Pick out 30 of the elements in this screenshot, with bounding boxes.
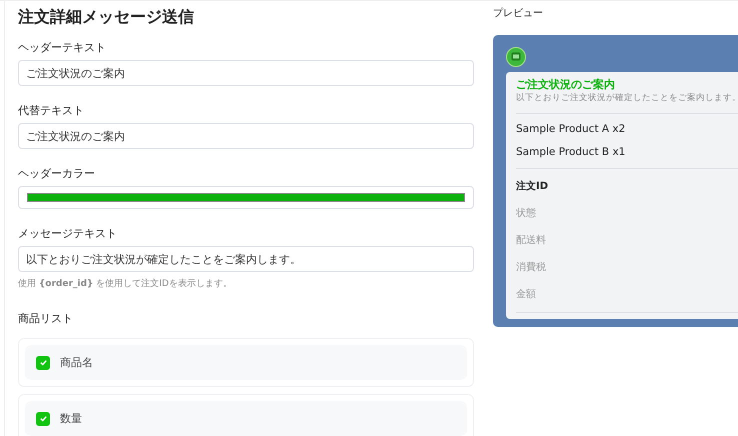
checkbox[interactable]	[36, 356, 50, 370]
detail-label: 注文ID	[516, 179, 550, 194]
input-field[interactable]: 以下とおりご注文状況が確定したことをご案内します。	[18, 246, 474, 272]
section-label: 商品リスト	[18, 312, 74, 326]
preview-header: ご注文状況のご案内	[516, 77, 616, 92]
checkbox-row[interactable]: 商品名	[25, 345, 467, 380]
field-label: ヘッダーテキスト	[18, 41, 107, 55]
checkbox-label: 商品名	[60, 355, 93, 370]
color-field[interactable]	[18, 186, 474, 209]
product-line: Sample Product A x2	[516, 122, 626, 137]
input-field[interactable]: ご注文状況のご案内	[18, 60, 474, 86]
detail-label: 消費税	[516, 260, 547, 275]
checkmark-icon	[38, 414, 48, 423]
hint-text: 使用 {order_id} を使用して注文IDを表示します。	[18, 278, 233, 290]
checkmark-icon	[38, 358, 48, 367]
field-label: 代替テキスト	[18, 104, 85, 118]
checkbox-row[interactable]: 数量	[25, 401, 467, 436]
bot-avatar-icon	[506, 47, 526, 67]
checkbox-label: 数量	[60, 411, 82, 426]
product-line: Sample Product B x1	[516, 145, 626, 160]
preview-message: 以下とおりご注文状況が確定したことをご案内します。	[516, 92, 738, 104]
detail-label: 状態	[516, 206, 537, 221]
field-label: ヘッダーカラー	[18, 167, 96, 181]
detail-label: 配送料	[516, 234, 547, 248]
checkbox[interactable]	[36, 412, 50, 426]
field-label: メッセージテキスト	[18, 227, 118, 241]
preview-label: プレビュー	[493, 7, 544, 21]
detail-label: 金額	[516, 288, 537, 302]
page-title: 注文詳細メッセージ送信	[18, 7, 195, 27]
input-field[interactable]: ご注文状況のご案内	[18, 123, 474, 149]
